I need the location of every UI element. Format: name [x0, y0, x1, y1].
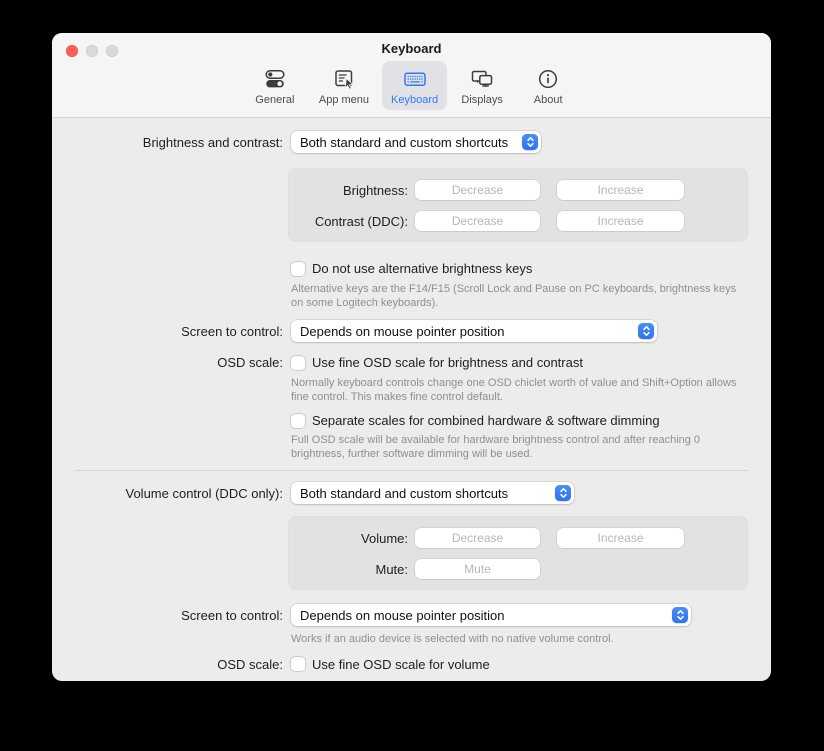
- desktop-background: Keyboard General: [0, 0, 824, 751]
- volume-mode-select[interactable]: Both standard and custom shortcuts: [291, 482, 574, 504]
- popup-stepper-icon: [522, 134, 538, 150]
- volume-shortcut-row: Volume: Decrease Increase: [288, 528, 748, 548]
- volume-decrease-shortcut-button[interactable]: Decrease: [415, 528, 540, 548]
- mute-shortcut-row: Mute: Mute: [288, 559, 748, 579]
- window-title: Keyboard: [52, 41, 771, 56]
- tab-displays-label: Displays: [461, 94, 503, 106]
- separate-scales-help-text: Full OSD scale will be available for har…: [291, 434, 741, 461]
- displays-icon: [469, 66, 495, 92]
- tab-displays[interactable]: Displays: [451, 61, 513, 110]
- contrast-row-label: Contrast (DDC):: [288, 214, 408, 229]
- brightness-mode-row: Brightness and contrast: Both standard a…: [52, 131, 771, 153]
- brightness-screen-row: Screen to control: Depends on mouse poin…: [52, 320, 771, 342]
- volume-fine-osd-checkbox[interactable]: [291, 657, 305, 671]
- volume-mode-row: Volume control (DDC only): Both standard…: [52, 482, 771, 504]
- volume-mode-label: Volume control (DDC only):: [52, 486, 283, 501]
- tab-app-menu-label: App menu: [319, 94, 369, 106]
- brightness-mode-label: Brightness and contrast:: [52, 135, 283, 150]
- volume-screen-value: Depends on mouse pointer position: [300, 608, 505, 623]
- volume-screen-help-text: Works if an audio device is selected wit…: [291, 633, 771, 647]
- toolbar-tabs: General App menu: [52, 61, 771, 110]
- tab-keyboard-label: Keyboard: [391, 94, 438, 106]
- volume-screen-label: Screen to control:: [52, 608, 283, 623]
- alt-keys-help-text: Alternative keys are the F14/F15 (Scroll…: [291, 283, 746, 310]
- preferences-window: Keyboard General: [52, 33, 771, 681]
- fine-osd-help-text: Normally keyboard controls change one OS…: [291, 377, 741, 404]
- brightness-screen-label: Screen to control:: [52, 324, 283, 339]
- fine-osd-checkbox-row: Use fine OSD scale for brightness and co…: [291, 355, 583, 370]
- keyboard-pane: Brightness and contrast: Both standard a…: [52, 118, 771, 672]
- menu-cursor-icon: [332, 66, 356, 92]
- volume-increase-shortcut-button[interactable]: Increase: [557, 528, 684, 548]
- tab-app-menu[interactable]: App menu: [310, 61, 378, 110]
- popup-stepper-icon: [672, 607, 688, 623]
- volume-screen-select[interactable]: Depends on mouse pointer position: [291, 604, 691, 626]
- volume-mode-value: Both standard and custom shortcuts: [300, 486, 508, 501]
- section-divider: [75, 470, 748, 471]
- fine-osd-checkbox-label: Use fine OSD scale for brightness and co…: [312, 355, 583, 370]
- brightness-decrease-shortcut-button[interactable]: Decrease: [415, 180, 540, 200]
- alt-keys-checkbox-row: Do not use alternative brightness keys: [291, 261, 771, 276]
- brightness-osd-label: OSD scale:: [52, 355, 283, 370]
- window-header: Keyboard General: [52, 33, 771, 118]
- tab-keyboard[interactable]: Keyboard: [382, 61, 447, 110]
- brightness-shortcut-row: Brightness: Decrease Increase: [288, 180, 748, 200]
- volume-osd-label: OSD scale:: [52, 657, 283, 672]
- info-icon: [536, 66, 560, 92]
- brightness-screen-value: Depends on mouse pointer position: [300, 324, 505, 339]
- brightness-increase-shortcut-button[interactable]: Increase: [557, 180, 684, 200]
- volume-row-label: Volume:: [288, 531, 408, 546]
- volume-screen-row: Screen to control: Depends on mouse poin…: [52, 604, 771, 626]
- brightness-mode-value: Both standard and custom shortcuts: [300, 135, 508, 150]
- contrast-shortcut-row: Contrast (DDC): Decrease Increase: [288, 211, 748, 231]
- brightness-screen-select[interactable]: Depends on mouse pointer position: [291, 320, 657, 342]
- tab-general[interactable]: General: [244, 61, 306, 110]
- brightness-osd-row: OSD scale: Use fine OSD scale for bright…: [52, 355, 771, 370]
- tab-general-label: General: [255, 94, 294, 106]
- mute-row-label: Mute:: [288, 562, 408, 577]
- fine-osd-checkbox[interactable]: [291, 356, 305, 370]
- switches-icon: [263, 66, 287, 92]
- volume-fine-osd-checkbox-label: Use fine OSD scale for volume: [312, 657, 490, 672]
- popup-stepper-icon: [555, 485, 571, 501]
- contrast-increase-shortcut-button[interactable]: Increase: [557, 211, 684, 231]
- tab-about-label: About: [534, 94, 563, 106]
- brightness-mode-select[interactable]: Both standard and custom shortcuts: [291, 131, 541, 153]
- volume-shortcut-group: Volume: Decrease Increase Mute: Mute: [288, 516, 748, 590]
- popup-stepper-icon: [638, 323, 654, 339]
- alt-keys-checkbox[interactable]: [291, 262, 305, 276]
- contrast-decrease-shortcut-button[interactable]: Decrease: [415, 211, 540, 231]
- volume-osd-row: OSD scale: Use fine OSD scale for volume: [52, 657, 771, 672]
- mute-shortcut-button[interactable]: Mute: [415, 559, 540, 579]
- alt-keys-checkbox-label: Do not use alternative brightness keys: [312, 261, 532, 276]
- separate-scales-checkbox[interactable]: [291, 414, 305, 428]
- brightness-row-label: Brightness:: [288, 183, 408, 198]
- tab-about[interactable]: About: [517, 61, 579, 110]
- keyboard-icon: [402, 66, 428, 92]
- separate-scales-checkbox-label: Separate scales for combined hardware & …: [312, 413, 660, 428]
- separate-scales-checkbox-row: Separate scales for combined hardware & …: [291, 413, 771, 428]
- brightness-shortcut-group: Brightness: Decrease Increase Contrast (…: [288, 168, 748, 242]
- volume-fine-osd-checkbox-row: Use fine OSD scale for volume: [291, 657, 490, 672]
